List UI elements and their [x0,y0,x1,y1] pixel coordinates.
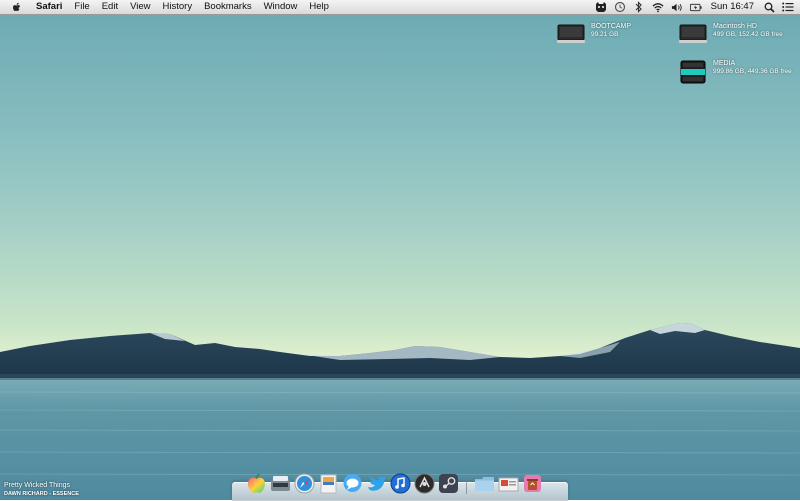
time-machine-icon[interactable] [614,1,626,13]
volume-icon[interactable] [671,1,683,13]
menu-bookmarks[interactable]: Bookmarks [198,0,258,14]
disk-info: 999.86 GB, 449.36 GB free [713,68,792,75]
safari-icon[interactable] [294,473,315,494]
downloads-stack-icon[interactable] [498,473,519,494]
messages-icon[interactable] [342,473,363,494]
twitter-icon[interactable] [366,473,387,494]
scanner-icon[interactable] [270,473,291,494]
disk-info: 499 GB, 152.42 GB free [713,31,783,38]
wifi-icon[interactable] [652,1,664,13]
disk-bootcamp[interactable]: BOOTCAMP 99.21 GB [557,23,631,45]
spotlight-icon[interactable] [763,1,775,13]
disk-macintosh-hd[interactable]: Macintosh HD 499 GB, 152.42 GB free [679,23,783,45]
hard-drive-icon [557,23,585,45]
apple-menu-icon[interactable] [10,2,24,13]
external-drive-icon [679,60,707,86]
alfred-icon[interactable] [414,473,435,494]
notification-list-icon[interactable] [782,1,794,13]
song-artist: DAWN RICHARD - ESSENCE [4,491,79,497]
menu-app-safari[interactable]: Safari [30,0,68,14]
preview-icon[interactable] [318,473,339,494]
disk-label: MEDIA [713,60,736,67]
folder-stack-icon[interactable] [474,473,495,494]
bluetooth-icon[interactable] [633,1,645,13]
battery-icon[interactable] [689,1,702,13]
dock [246,468,543,494]
finder-icon[interactable] [246,473,267,494]
itunes-icon[interactable] [390,473,411,494]
disk-label: Macintosh HD [713,23,757,30]
steam-icon[interactable] [438,473,459,494]
status-area: Sun 16:47 [595,0,794,14]
trash-icon[interactable] [522,473,543,494]
menu-window[interactable]: Window [258,0,304,14]
menu-history[interactable]: History [157,0,199,14]
menu-file[interactable]: File [68,0,95,14]
disk-media[interactable]: MEDIA 999.86 GB, 449.36 GB free [679,60,792,86]
disk-info: 99.21 GB [591,31,619,38]
growl-icon[interactable] [595,1,607,13]
hard-drive-icon [679,23,707,45]
now-playing-caption: Pretty Wicked Things DAWN RICHARD - ESSE… [4,482,79,498]
menu-clock[interactable]: Sun 16:47 [709,0,756,14]
menu-view[interactable]: View [124,0,156,14]
dock-separator [466,478,467,494]
menu-edit[interactable]: Edit [96,0,124,14]
menu-bar: Safari File Edit View History Bookmarks … [0,0,800,15]
disk-label: BOOTCAMP [591,23,632,30]
song-title: Pretty Wicked Things [4,482,71,489]
menu-help[interactable]: Help [303,0,335,14]
